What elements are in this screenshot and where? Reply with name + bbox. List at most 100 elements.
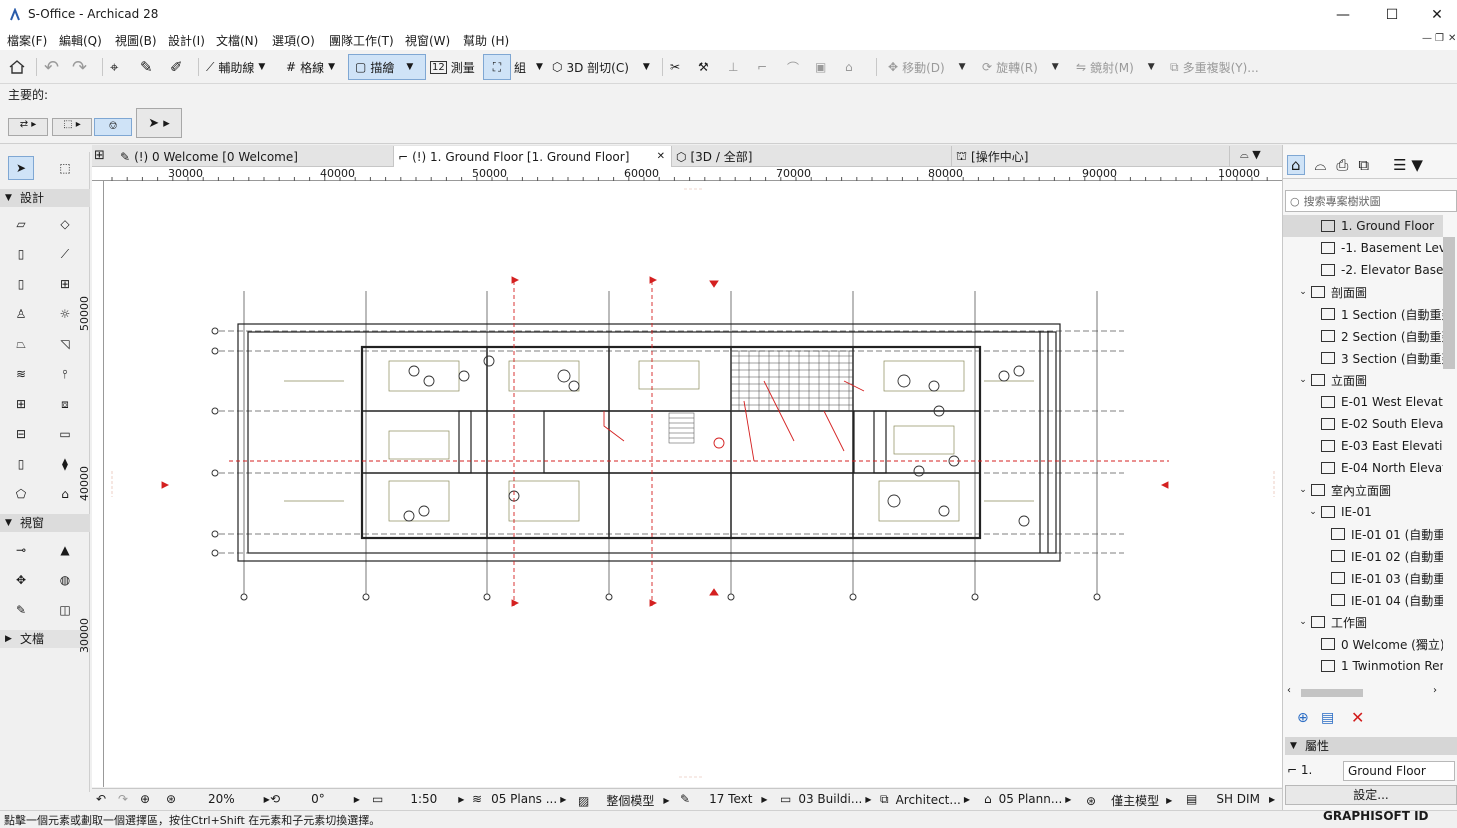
tree-expander-icon[interactable]: ⌄ <box>1297 375 1309 385</box>
suspend-groups-button[interactable]: ⛶ <box>483 54 511 80</box>
tree-item[interactable]: ⌄ 室內立面圖 <box>1283 479 1443 501</box>
multiply-button[interactable]: ⧉ 多重複製(Y)... <box>1170 54 1259 80</box>
rotate-button[interactable]: ⟳ 旋轉(R) ▼ <box>982 54 1059 80</box>
mdi-close-icon[interactable]: ✕ <box>1448 33 1456 44</box>
inject-button[interactable]: ✐ <box>170 54 183 80</box>
menu-document[interactable]: 文檔(N) <box>216 32 258 49</box>
navigator-menu-icon[interactable]: ☰ ▼ <box>1393 156 1423 174</box>
camera-tool[interactable]: ◫ <box>52 598 78 622</box>
intersect-button[interactable]: ⌐ <box>757 54 767 80</box>
tree-expander-icon[interactable]: ⌄ <box>1297 287 1309 297</box>
layout-book-icon[interactable]: ⎙ <box>1336 156 1348 174</box>
beam-tool[interactable]: ⟋ <box>52 242 78 266</box>
toolbox-document-header[interactable]: ▶ 文檔 <box>0 630 90 648</box>
split-button[interactable]: ✂ <box>670 54 680 80</box>
tree-expander-icon[interactable]: ⌄ <box>1297 485 1309 495</box>
tree-item[interactable]: -1. Basement Level <box>1283 237 1443 259</box>
tree-item[interactable]: ⌄ IE-01 <box>1283 501 1443 523</box>
tree-item[interactable]: IE-01 03 (自動重建 <box>1283 567 1443 589</box>
graphic-override-dropdown[interactable]: ⌂ 05 Plann... ▶ <box>984 792 1071 806</box>
close-window-button[interactable]: ✕ <box>1414 0 1457 30</box>
tree-item[interactable]: 1 Twinmotion Render <box>1283 655 1443 677</box>
door-tool[interactable]: ▯ <box>8 272 34 296</box>
object-tool[interactable]: ♙ <box>8 302 34 326</box>
shell-tool[interactable]: ◹ <box>52 332 78 356</box>
graphisoft-id[interactable]: GRAPHISOFT ID <box>1283 809 1457 827</box>
mdi-minimize-icon[interactable]: — <box>1422 33 1432 44</box>
tab-welcome[interactable]: ✎ (!) 0 Welcome [0 Welcome] <box>116 146 394 167</box>
menu-design[interactable]: 設計(I) <box>168 32 205 49</box>
slab-tool[interactable]: ◇ <box>52 212 78 236</box>
tree-item[interactable]: IE-01 04 (自動重建 <box>1283 589 1443 611</box>
curtain-wall-tool[interactable]: ⊞ <box>8 392 34 416</box>
zoom-back-button[interactable]: ↶ <box>96 792 106 806</box>
tree-expander-icon[interactable]: ⌄ <box>1307 507 1319 517</box>
roof-tool[interactable]: ⏢ <box>8 332 34 356</box>
pick-up-button[interactable]: ✎ <box>140 54 153 80</box>
trace-button[interactable]: ▢ 描繪 ▼ <box>348 54 426 80</box>
selection-method-button[interactable]: ⇄ ▸ <box>8 118 48 136</box>
tree-item[interactable]: E-03 East Elevation <box>1283 435 1443 457</box>
zoom-dropdown[interactable]: 20% ▶ <box>208 792 270 806</box>
tab-close-button[interactable]: ✕ <box>657 151 665 162</box>
menu-options[interactable]: 選項(O) <box>272 32 315 49</box>
tree-item[interactable]: 2 Section (自動重建 <box>1283 325 1443 347</box>
group-button[interactable]: 組 ▼ <box>514 54 543 80</box>
fillet-button[interactable]: ⌒ <box>787 54 799 80</box>
menu-edit[interactable]: 編輯(Q) <box>59 32 102 49</box>
view-map-icon[interactable]: ⌓ <box>1315 156 1327 174</box>
lamp-tool[interactable]: ☼ <box>52 302 78 326</box>
layer-combination-dropdown[interactable]: ≋ 05 Plans ... ▶ <box>472 792 566 806</box>
stair-tool[interactable]: ≋ <box>8 362 34 386</box>
tree-item[interactable]: IE-01 02 (自動重建 <box>1283 545 1443 567</box>
tab-action-center[interactable]: ⛫ [操作中心] <box>952 146 1230 167</box>
tree-item[interactable]: E-04 North Elevation <box>1283 457 1443 479</box>
tree-item[interactable]: ⌄ 剖面圖 <box>1283 281 1443 303</box>
opening-tool[interactable]: ▯ <box>8 452 34 476</box>
adjust-button[interactable]: ⚒ <box>698 54 709 80</box>
floor-plan-canvas[interactable] <box>104 181 1282 787</box>
model-view-options-dropdown[interactable]: ▭ 03 Buildi... ▶ <box>780 792 871 806</box>
marquee-shape-button[interactable]: ⬚ ▸ <box>52 118 92 136</box>
pen-set-dropdown[interactable]: ✎ 17 Text ▶ <box>680 792 768 806</box>
story-name-field[interactable]: Ground Floor <box>1343 761 1455 781</box>
tree-item[interactable]: ⌄ 立面圖 <box>1283 369 1443 391</box>
tree-item[interactable]: ⌄ 工作圖 <box>1283 611 1443 633</box>
marquee-tool[interactable]: ⬚ <box>52 156 78 180</box>
menu-help[interactable]: 幫助 (H) <box>463 32 509 49</box>
tree-item[interactable]: -2. Elevator Base <box>1283 259 1443 281</box>
marquee-mode-button[interactable]: ⎊ <box>94 118 132 136</box>
redo-button[interactable]: ↷ <box>72 54 87 80</box>
grid-button[interactable]: # 格線 ▼ <box>286 54 335 80</box>
tree-item[interactable]: E-02 South Elevation <box>1283 413 1443 435</box>
measure-button[interactable]: 12 測量 <box>430 54 475 80</box>
tree-item[interactable]: 3 Section (自動重建 <box>1283 347 1443 369</box>
guide-lines-button[interactable]: ⟋ 輔助線 ▼ <box>206 54 265 80</box>
skylight-tool[interactable]: ▭ <box>52 422 78 446</box>
morph-tool[interactable]: ⧫ <box>52 452 78 476</box>
menu-file[interactable]: 檔案(F) <box>7 32 47 49</box>
worksheet-marker-tool[interactable]: ◍ <box>52 568 78 592</box>
interior-elevation-tool[interactable]: ✥ <box>8 568 34 592</box>
find-select-button[interactable]: ⌖ <box>110 54 118 80</box>
fit-in-window-button[interactable]: ⊛ <box>166 792 176 806</box>
zone-tool[interactable]: ⊟ <box>8 422 34 446</box>
properties-header[interactable]: ▼ 屬性 <box>1285 737 1457 755</box>
toolbox-design-header[interactable]: ▼ 設計 <box>0 189 90 207</box>
tree-item[interactable]: 0 Welcome (獨立) <box>1283 633 1443 655</box>
zoom-in-button[interactable]: ⊕ <box>140 792 150 806</box>
tree-horizontal-scrollbar[interactable]: ‹ › <box>1283 685 1443 701</box>
project-map-icon[interactable]: ⌂ <box>1287 154 1305 175</box>
window-tool[interactable]: ⊞ <box>52 272 78 296</box>
view-settings-icon[interactable]: ▤ <box>1321 710 1334 726</box>
tree-item[interactable]: 1 Section (自動重建 <box>1283 303 1443 325</box>
mdi-restore-icon[interactable]: ❐ <box>1435 33 1444 44</box>
section-tool[interactable]: ⊸ <box>8 538 34 562</box>
elevation-tool[interactable]: ▲ <box>52 538 78 562</box>
morph-shape-tool[interactable]: ⬠ <box>8 482 34 506</box>
zoom-forward-button[interactable]: ↷ <box>118 792 128 806</box>
explode-button[interactable]: ▣ <box>815 54 826 80</box>
menu-view[interactable]: 視圖(B) <box>115 32 157 49</box>
equipment-tool[interactable]: ⌂ <box>52 482 78 506</box>
minimize-button[interactable]: — <box>1320 0 1366 30</box>
